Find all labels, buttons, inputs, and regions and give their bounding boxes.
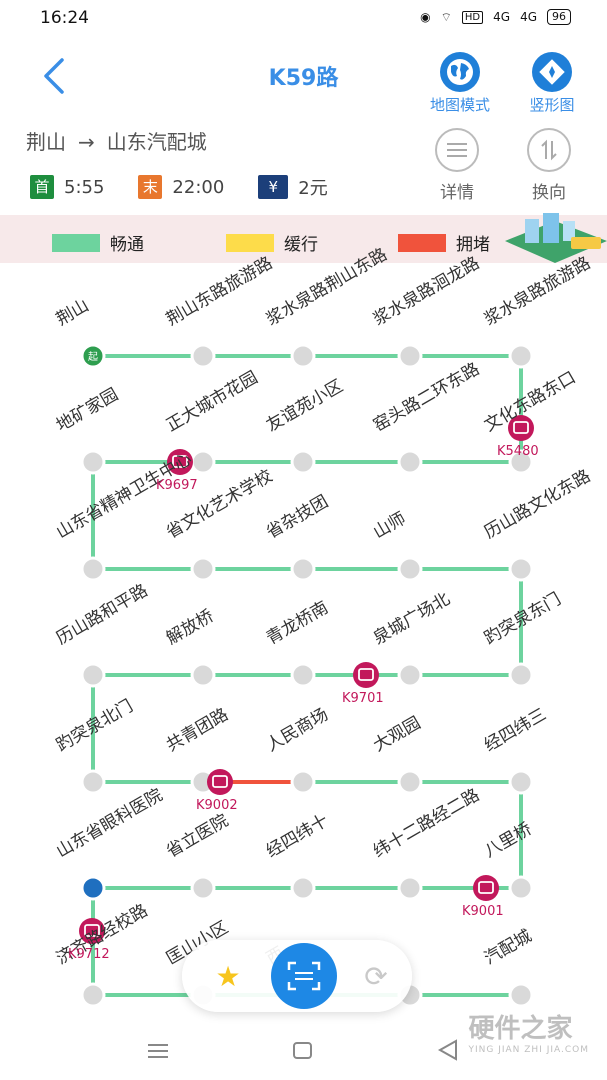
refresh-icon: ⟳ bbox=[364, 959, 388, 993]
first-bus-time: 5:55 bbox=[64, 176, 105, 198]
signal-icon-1: 4G bbox=[493, 10, 511, 24]
last-bus-time: 22:00 bbox=[172, 176, 225, 198]
station-dot[interactable] bbox=[190, 556, 216, 582]
route-arrow-icon: → bbox=[78, 130, 95, 154]
bus-icon[interactable] bbox=[353, 662, 379, 688]
star-icon: ★ bbox=[215, 959, 241, 993]
bus-plate-label: K9002 bbox=[196, 798, 238, 813]
station-dot[interactable] bbox=[397, 556, 423, 582]
legend-swatch bbox=[226, 233, 274, 252]
bus-plate-label: K9701 bbox=[342, 691, 384, 706]
bus-plate-label: K9697 bbox=[156, 478, 198, 493]
station-dot[interactable] bbox=[80, 449, 106, 475]
route-to: 山东汽配城 bbox=[106, 130, 207, 154]
scan-button[interactable] bbox=[271, 943, 337, 1009]
station-dot[interactable] bbox=[397, 449, 423, 475]
station-dot[interactable] bbox=[190, 343, 216, 369]
legend-label: 畅通 bbox=[110, 235, 144, 255]
refresh-button[interactable]: ⟳ bbox=[350, 950, 402, 1002]
vertical-view-button[interactable]: 竖形图 bbox=[512, 52, 592, 115]
bus-icon[interactable] bbox=[207, 769, 233, 795]
legend-item-slow: 缓行 bbox=[226, 230, 318, 255]
station-dot[interactable] bbox=[397, 662, 423, 688]
watermark-main: 硬件之家 bbox=[468, 1014, 573, 1044]
station-dot[interactable] bbox=[290, 769, 316, 795]
route-endpoints: 荆山 → 山东汽配城 bbox=[26, 126, 207, 155]
route-from: 荆山 bbox=[26, 130, 66, 154]
traffic-legend: 畅通 缓行 拥堵 bbox=[0, 213, 607, 263]
station-dot[interactable] bbox=[290, 343, 316, 369]
fare: 2元 bbox=[298, 178, 328, 199]
back-nav-icon[interactable] bbox=[436, 1038, 460, 1062]
switch-direction-button[interactable]: 换向 bbox=[514, 128, 584, 203]
station-dot[interactable] bbox=[508, 556, 534, 582]
station-dot[interactable] bbox=[190, 875, 216, 901]
station-dot[interactable] bbox=[80, 769, 106, 795]
battery-icon: 96 bbox=[547, 9, 571, 25]
start-badge: 起 bbox=[88, 351, 98, 363]
globe-icon bbox=[440, 52, 480, 92]
legend-label: 拥堵 bbox=[456, 235, 490, 255]
legend-swatch bbox=[52, 233, 100, 252]
location-icon: ◉ bbox=[420, 10, 431, 24]
menu-nav-icon[interactable] bbox=[146, 1042, 170, 1060]
detail-button[interactable]: 详情 bbox=[422, 128, 492, 203]
station-dot[interactable] bbox=[80, 982, 106, 1008]
compass-icon bbox=[532, 52, 572, 92]
vertical-view-label: 竖形图 bbox=[529, 96, 575, 114]
last-bus-badge: 末 bbox=[138, 175, 163, 199]
legend-item-congested: 拥堵 bbox=[398, 230, 490, 255]
station-dot[interactable] bbox=[397, 769, 423, 795]
station-dot[interactable] bbox=[508, 769, 534, 795]
station-dot[interactable] bbox=[508, 662, 534, 688]
hd-icon: HD bbox=[461, 10, 484, 24]
station-dot[interactable] bbox=[290, 556, 316, 582]
metro-station-icon[interactable] bbox=[80, 875, 106, 901]
legend-swatch bbox=[398, 233, 446, 252]
scan-icon bbox=[287, 961, 321, 991]
bus-plate-label: K9001 bbox=[462, 904, 504, 919]
station-dot[interactable] bbox=[397, 875, 423, 901]
first-bus-badge: 首 bbox=[30, 175, 54, 199]
station-dot[interactable] bbox=[508, 875, 534, 901]
legend-label: 缓行 bbox=[284, 235, 318, 255]
wifi-icon: ⌔ bbox=[440, 9, 452, 24]
status-icons: ◉ ⌔ HD 4G 4G 96 bbox=[420, 9, 571, 25]
watermark: 硬件之家 YING JIAN ZHI JIA.COM bbox=[468, 1008, 589, 1055]
schedule-info: 首 5:55 末 22:00 ¥2元 bbox=[30, 174, 362, 200]
station-dot[interactable] bbox=[80, 662, 106, 688]
bus-plate-label: K9712 bbox=[68, 947, 110, 962]
station-dot[interactable] bbox=[190, 449, 216, 475]
station-dot[interactable] bbox=[508, 343, 534, 369]
station-dot[interactable] bbox=[290, 662, 316, 688]
signal-icon-2: 4G bbox=[520, 10, 537, 24]
map-mode-button[interactable]: 地图模式 bbox=[420, 52, 500, 115]
menu-lines-icon bbox=[435, 128, 479, 172]
station-dot[interactable] bbox=[190, 662, 216, 688]
legend-item-smooth: 畅通 bbox=[52, 230, 144, 255]
detail-label: 详情 bbox=[440, 183, 474, 203]
station-dot[interactable] bbox=[290, 875, 316, 901]
station-dot[interactable] bbox=[397, 343, 423, 369]
bus-plate-label: K5480 bbox=[497, 444, 539, 459]
status-time: 16:24 bbox=[40, 8, 89, 28]
home-nav-icon[interactable] bbox=[292, 1040, 314, 1062]
floating-action-bar: ★ ⟳ bbox=[182, 940, 412, 1012]
switch-label: 换向 bbox=[532, 183, 566, 203]
ticket-icon: ¥ bbox=[258, 175, 289, 199]
map-mode-label: 地图模式 bbox=[429, 96, 490, 114]
favorite-button[interactable]: ★ bbox=[202, 950, 254, 1002]
bus-icon[interactable] bbox=[473, 875, 499, 901]
station-dot[interactable] bbox=[80, 556, 106, 582]
swap-arrows-icon bbox=[527, 128, 571, 172]
watermark-sub: YING JIAN ZHI JIA.COM bbox=[468, 1045, 589, 1055]
station-dot[interactable] bbox=[508, 982, 534, 1008]
city-illustration-icon bbox=[505, 213, 607, 263]
status-bar: 16:24 ◉ ⌔ HD 4G 4G 96 bbox=[0, 0, 607, 36]
station-dot[interactable] bbox=[290, 449, 316, 475]
